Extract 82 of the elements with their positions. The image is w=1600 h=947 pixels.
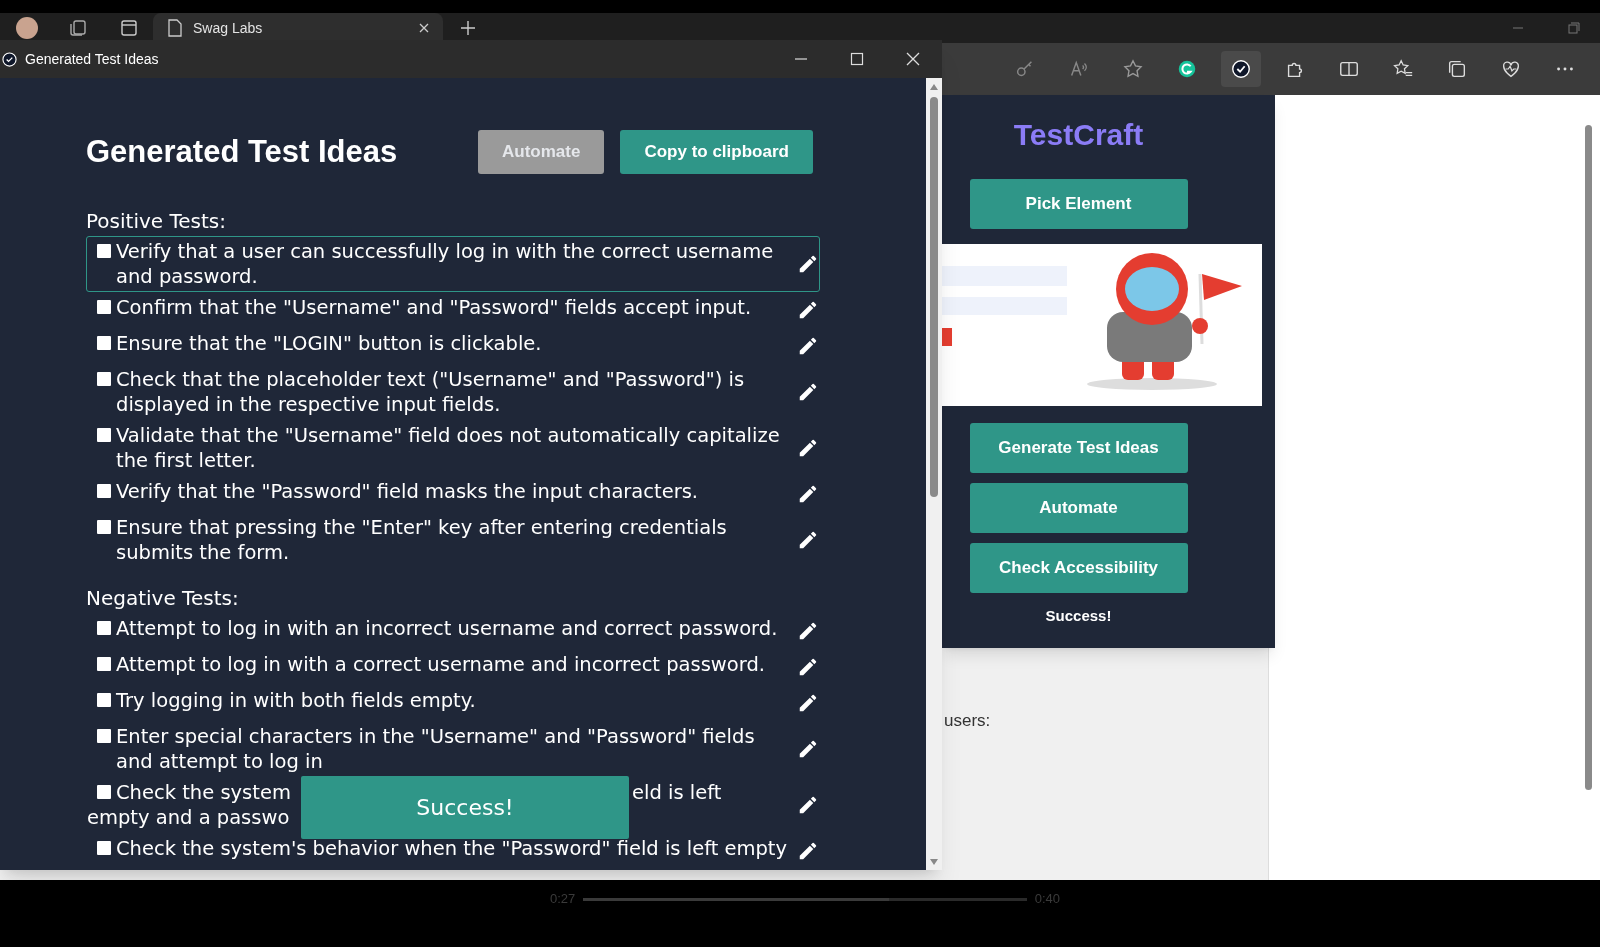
checkbox[interactable] — [97, 428, 111, 442]
pencil-icon[interactable] — [797, 794, 819, 816]
checkbox[interactable] — [97, 657, 111, 671]
test-idea-row[interactable]: Check that the placeholder text ("Username" and "Password") is displayed in the respective input fields. — [86, 364, 820, 420]
checkbox[interactable] — [97, 520, 111, 534]
test-idea-text: Check the system's behavior when the "Password" field is left empty — [116, 836, 789, 861]
test-idea-text: Check the system — [116, 780, 291, 805]
pencil-icon[interactable] — [797, 381, 819, 403]
success-toast: Success! — [301, 776, 629, 839]
checkbox[interactable] — [97, 372, 111, 386]
workspaces-icon[interactable] — [68, 18, 88, 38]
action-button[interactable]: Check Accessibility — [969, 543, 1188, 593]
test-idea-row[interactable]: Try logging in with both fields empty. — [86, 685, 820, 721]
duration-time: 0:40 — [1034, 890, 1060, 909]
pencil-icon[interactable] — [797, 483, 819, 505]
test-idea-row[interactable]: Validate that the "Username" field does not automatically capitalize the first letter. — [86, 420, 820, 476]
maximize-icon[interactable] — [850, 52, 864, 66]
test-idea-text: Try logging in with both fields empty. — [116, 688, 477, 713]
test-idea-text: Ensure that the "LOGIN" button is clickable. — [116, 331, 543, 356]
test-idea-row[interactable]: Attempt to log in with a correct username and incorrect password. — [86, 649, 820, 685]
checkbox[interactable] — [97, 336, 111, 350]
copy-button[interactable]: Copy to clipboard — [620, 130, 813, 174]
close-icon[interactable] — [906, 52, 920, 66]
test-idea-text: Verify that the "Password" field masks the input characters. — [116, 479, 700, 504]
test-idea-text: Attempt to log in with an incorrect username and correct password. — [116, 616, 779, 641]
test-idea-row[interactable]: Verify that a user can successfully log in with the correct username and password. — [86, 236, 820, 292]
pencil-icon[interactable] — [797, 840, 819, 862]
scroll-up-icon[interactable] — [929, 83, 939, 91]
app-title: TestCraft — [1013, 117, 1144, 153]
dialog-heading: Generated Test Ideas — [86, 132, 399, 171]
test-idea-text: Ensure that pressing the "Enter" key after entering credentials submits the form. — [116, 515, 728, 565]
restore-icon[interactable] — [1568, 22, 1580, 34]
new-tab-icon[interactable] — [461, 21, 475, 35]
pencil-icon[interactable] — [797, 529, 819, 551]
avatar-icon[interactable] — [16, 17, 38, 39]
check-circle-icon — [2, 51, 17, 67]
scrollbar[interactable] — [1585, 125, 1592, 790]
checkbox[interactable] — [97, 244, 111, 258]
window-title: Generated Test Ideas — [25, 49, 159, 69]
elapsed-time: 0:27 — [550, 890, 576, 909]
checkbox[interactable] — [97, 484, 111, 498]
checkbox[interactable] — [97, 729, 111, 743]
checkbox[interactable] — [97, 300, 111, 314]
test-idea-text: eld is left — [632, 780, 722, 805]
action-button[interactable]: Generate Test Ideas — [969, 423, 1188, 473]
pencil-icon[interactable] — [797, 656, 819, 678]
test-idea-text: Check that the placeholder text ("Username" and "Password") is displayed in the respective input fields. — [116, 367, 746, 417]
status-text: Success! — [1045, 606, 1112, 626]
checkbox[interactable] — [97, 785, 111, 799]
scrollbar[interactable] — [930, 97, 938, 497]
checkbox[interactable] — [97, 693, 111, 707]
test-idea-row[interactable]: Attempt to log in with an incorrect username and correct password. — [86, 613, 820, 649]
checkbox[interactable] — [97, 621, 111, 635]
pencil-icon[interactable] — [797, 299, 819, 321]
test-idea-text: Verify that a user can successfully log in with the correct username and password. — [116, 239, 775, 289]
test-idea-text: Validate that the "Username" field does not automatically capitalize the first letter. — [116, 423, 781, 473]
section-title: Positive Tests: — [86, 209, 227, 234]
close-icon[interactable] — [419, 23, 429, 33]
pencil-icon[interactable] — [797, 738, 819, 760]
test-idea-row[interactable]: Confirm that the "Username" and "Password" fields accept input. — [86, 292, 820, 328]
page-icon — [167, 19, 183, 37]
pencil-icon[interactable] — [797, 620, 819, 642]
test-idea-row[interactable]: Ensure that pressing the "Enter" key after entering credentials submits the form. — [86, 512, 820, 568]
test-idea-text: empty and a passwo — [87, 805, 290, 830]
page-text: users: — [944, 710, 991, 732]
test-idea-row[interactable]: Ensure that the "LOGIN" button is clickable. — [86, 328, 820, 364]
pencil-icon[interactable] — [797, 253, 819, 275]
checkbox[interactable] — [97, 841, 111, 855]
test-idea-text: Confirm that the "Username" and "Password" fields accept input. — [116, 295, 753, 320]
scroll-down-icon[interactable] — [929, 858, 939, 866]
pencil-icon[interactable] — [797, 692, 819, 714]
action-button[interactable]: Automate — [969, 483, 1188, 533]
section-title: Negative Tests: — [86, 586, 240, 611]
tab-actions-icon[interactable] — [120, 19, 138, 37]
test-idea-text: Attempt to log in with a correct username and incorrect password. — [116, 652, 766, 677]
tab-title: Swag Labs — [193, 18, 264, 38]
pick-element-button[interactable]: Pick Element — [969, 179, 1188, 229]
pencil-icon[interactable] — [797, 335, 819, 357]
test-idea-row[interactable]: Verify that the "Password" field masks the input characters. — [86, 476, 820, 512]
pencil-icon[interactable] — [797, 437, 819, 459]
progress-track[interactable] — [583, 897, 1027, 901]
browser-tab[interactable]: Swag Labs — [153, 13, 443, 43]
